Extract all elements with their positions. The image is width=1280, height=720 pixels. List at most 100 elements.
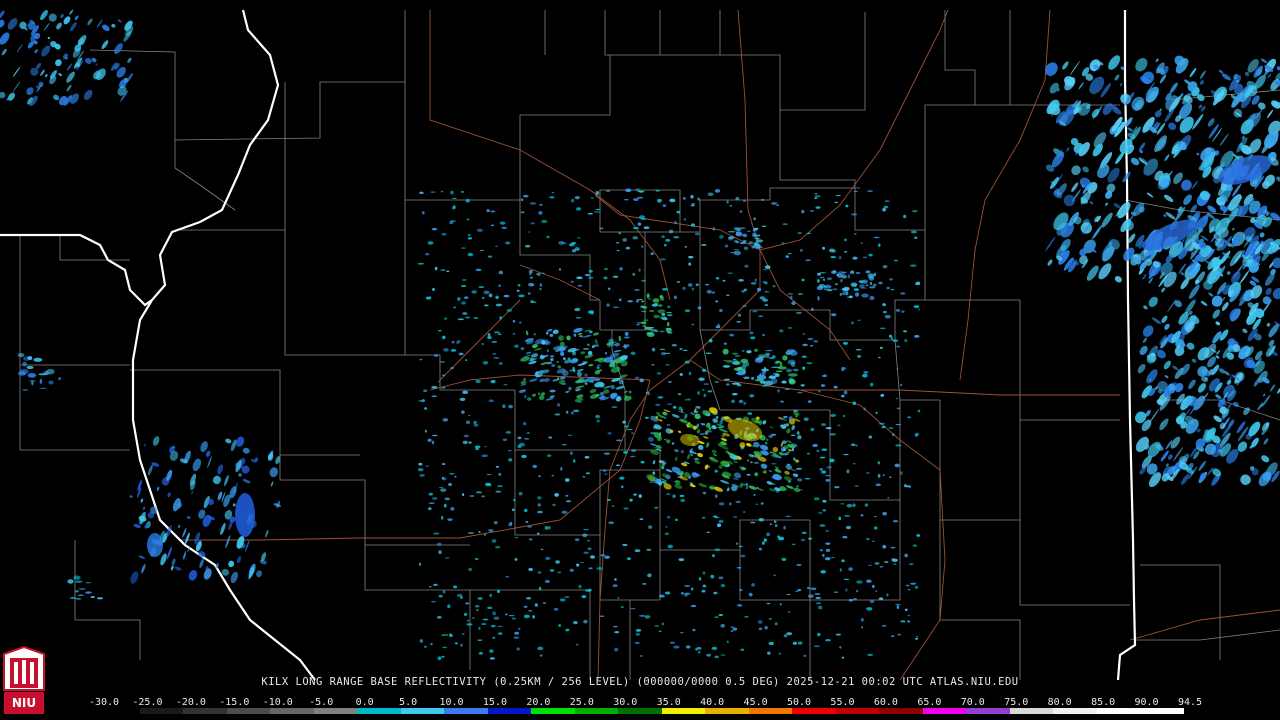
- echo: [588, 310, 595, 314]
- echo: [742, 200, 747, 202]
- echo: [581, 594, 587, 599]
- echo: [17, 353, 25, 358]
- echo: [833, 385, 838, 389]
- echo: [777, 536, 785, 541]
- echo: [695, 648, 698, 651]
- echo: [527, 525, 532, 528]
- echo: [616, 597, 620, 599]
- scale-swatch: [618, 708, 662, 714]
- echo: [620, 485, 624, 489]
- echo: [733, 248, 740, 251]
- echo: [464, 316, 471, 319]
- echo: [483, 533, 487, 536]
- echo: [463, 434, 470, 438]
- echo: [818, 605, 823, 610]
- echo: [576, 563, 580, 567]
- echo: [673, 295, 677, 300]
- echo: [807, 594, 814, 598]
- echo: [477, 597, 483, 600]
- echo: [894, 463, 900, 468]
- echo: [708, 338, 713, 343]
- echo: [467, 233, 471, 237]
- echo: [665, 493, 671, 496]
- scale-swatch: [966, 708, 1010, 714]
- color-scale-bar: [96, 708, 1184, 714]
- scale-label: 20.0: [526, 697, 551, 708]
- scale-label: 40.0: [700, 697, 725, 708]
- echo: [806, 586, 811, 590]
- echo: [813, 497, 820, 501]
- echo: [862, 373, 868, 378]
- echo: [846, 503, 853, 508]
- echo: [583, 551, 589, 554]
- echo: [651, 363, 655, 366]
- echo: [866, 607, 873, 611]
- echo: [449, 220, 456, 223]
- echo: [569, 451, 573, 456]
- echo: [508, 404, 513, 409]
- scale-swatch: [400, 708, 445, 714]
- echo: [604, 555, 610, 559]
- echo: [512, 332, 516, 335]
- echo: [593, 344, 600, 347]
- echo: [870, 382, 874, 387]
- echo: [523, 378, 527, 381]
- echo: [788, 611, 791, 613]
- echo: [841, 656, 845, 659]
- echo: [847, 274, 851, 279]
- echo: [596, 419, 600, 423]
- echo: [525, 520, 529, 524]
- echo: [718, 613, 724, 617]
- echo: [738, 279, 744, 282]
- echo: [669, 641, 676, 644]
- echo: [907, 620, 911, 623]
- echo: [772, 284, 776, 288]
- scale-label: -15.0: [219, 697, 250, 708]
- echo: [698, 377, 705, 381]
- echo: [464, 296, 469, 299]
- echo: [815, 596, 821, 600]
- echo: [502, 404, 506, 409]
- echo: [787, 252, 792, 255]
- echo: [827, 277, 833, 280]
- echo: [759, 356, 767, 358]
- scale-swatch: [574, 708, 619, 714]
- echo: [657, 396, 664, 399]
- echo: [819, 456, 826, 459]
- echo: [677, 393, 682, 396]
- echo: [764, 282, 768, 285]
- echo: [542, 602, 547, 604]
- echo: [614, 578, 617, 581]
- echo: [567, 434, 573, 436]
- echo: [825, 529, 829, 533]
- echo: [476, 609, 479, 611]
- scale-label: 30.0: [613, 697, 638, 708]
- echo: [441, 476, 445, 480]
- echo: [683, 218, 687, 221]
- echo: [450, 349, 457, 352]
- echo: [764, 441, 768, 445]
- echo: [654, 506, 659, 509]
- echo: [883, 205, 889, 209]
- echo: [633, 493, 637, 496]
- echo: [883, 310, 887, 314]
- echo: [514, 344, 519, 348]
- echo: [619, 476, 625, 480]
- echo: [822, 278, 826, 282]
- echo: [878, 597, 884, 600]
- echo: [428, 585, 432, 588]
- echo: [638, 494, 642, 498]
- echo: [607, 432, 612, 435]
- echo: [664, 591, 671, 595]
- echo: [763, 538, 767, 542]
- echo: [521, 454, 527, 459]
- echo: [529, 276, 534, 279]
- echo: [844, 515, 850, 517]
- echo: [729, 205, 733, 207]
- echo: [660, 258, 666, 261]
- echo: [838, 516, 842, 521]
- echo: [661, 312, 666, 316]
- echo: [720, 654, 726, 656]
- echo: [690, 223, 695, 227]
- echo: [489, 593, 493, 597]
